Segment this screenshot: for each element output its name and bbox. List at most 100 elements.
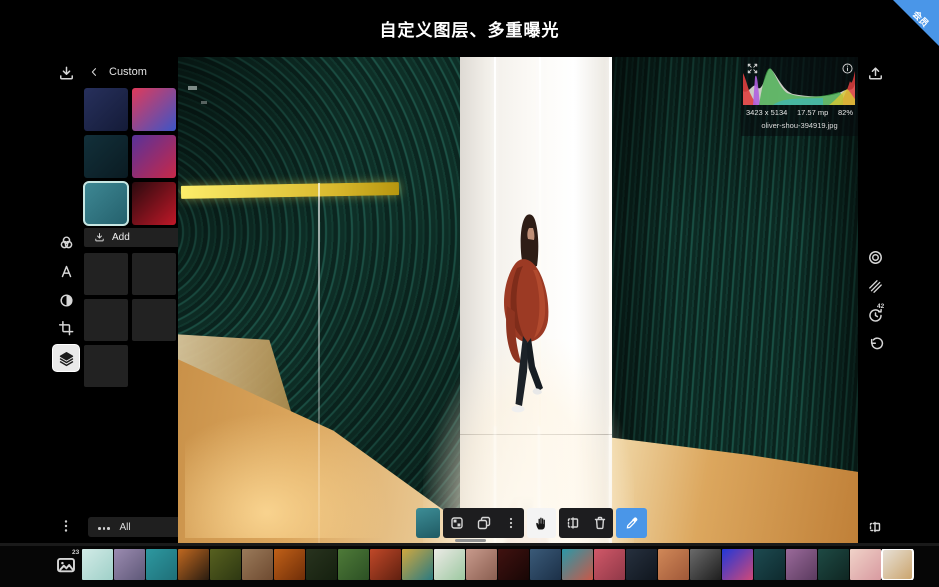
image-dimensions: 3423 x 5134 — [746, 108, 788, 117]
film-thumb-aerial-beach[interactable] — [82, 549, 113, 580]
add-layer-button[interactable]: Add — [84, 228, 184, 247]
delete-layer-button[interactable] — [586, 508, 613, 538]
add-layer-label: Add — [112, 232, 130, 243]
film-thumb-pink-sunset[interactable] — [594, 549, 625, 580]
image-info-panel: 3423 x 5134 17.57 mp 82% oliver-shou-394… — [741, 57, 858, 136]
split-view-icon — [567, 517, 578, 529]
film-thumb-palm-trees[interactable] — [114, 549, 145, 580]
layer-thumb-blue-portrait[interactable] — [132, 88, 176, 131]
layer-thumbnail-grid — [83, 88, 176, 226]
film-thumb-woman-room[interactable] — [466, 549, 497, 580]
duotone-tool-button[interactable] — [53, 287, 79, 313]
duplicate-layer-button[interactable] — [470, 508, 497, 538]
import-icon — [59, 66, 73, 79]
film-thumb-yellow-building[interactable] — [402, 549, 433, 580]
photo-library-icon[interactable] — [55, 554, 77, 576]
image-meta-row: 3423 x 5134 17.57 mp 82% — [741, 108, 858, 117]
empty-layer-slot[interactable] — [132, 253, 176, 295]
film-thumb-food-plate[interactable] — [178, 549, 209, 580]
film-thumb-white-sketch[interactable] — [434, 549, 465, 580]
history-count-badge: 42 — [877, 303, 885, 310]
radial-mask-button[interactable] — [862, 244, 888, 270]
layers-tool-button[interactable] — [53, 345, 79, 371]
sidebar-header: Custom — [88, 63, 178, 81]
duotone-icon — [59, 293, 73, 307]
layer-toolbar — [416, 508, 647, 538]
effects-icon — [60, 235, 72, 248]
blend-mode-button[interactable] — [443, 508, 470, 538]
layers-icon — [59, 351, 73, 366]
film-thumb-purple-flowers[interactable] — [786, 549, 817, 580]
film-thumb-jellyfish[interactable] — [722, 549, 753, 580]
canvas-photo[interactable]: 3423 x 5134 17.57 mp 82% oliver-shou-394… — [178, 57, 858, 543]
photo-highlight — [188, 86, 198, 91]
layer-more-button[interactable] — [497, 508, 524, 538]
sidebar-menu-button[interactable] — [53, 513, 79, 539]
eyedropper-button[interactable] — [616, 508, 647, 538]
page-title: 自定义图层、多重曝光 — [379, 21, 560, 40]
trash-icon — [594, 516, 605, 530]
film-thumb-flamingo[interactable] — [850, 549, 881, 580]
film-thumb-river-aerial[interactable] — [338, 549, 369, 580]
layer-thumb-neon-alley[interactable] — [132, 135, 176, 178]
gradient-mask-button[interactable] — [862, 273, 888, 299]
crop-icon — [58, 320, 73, 335]
effects-tool-button[interactable] — [53, 229, 79, 255]
eyedropper-icon — [626, 517, 637, 529]
film-thumb-foliage[interactable] — [210, 549, 241, 580]
layer-thumb-dark-city[interactable] — [84, 135, 128, 178]
import-button[interactable] — [53, 60, 79, 86]
text-tool-icon — [61, 265, 71, 277]
photo-floor-glow — [184, 411, 389, 539]
film-thumb-night-lake[interactable] — [818, 549, 849, 580]
radial-mask-icon — [868, 250, 882, 264]
film-thumb-red-moon[interactable] — [498, 549, 529, 580]
film-thumb-beach-walk[interactable] — [242, 549, 273, 580]
film-thumb-red-figure[interactable] — [370, 549, 401, 580]
blend-mode-icon — [450, 517, 463, 529]
layer-thumb-teal-texture[interactable] — [83, 181, 129, 226]
layer-actions-group — [443, 508, 524, 538]
sidebar-back-label[interactable]: Custom — [109, 66, 147, 78]
film-thumb-dark-teal[interactable] — [754, 549, 785, 580]
film-thumb-island-aerial[interactable] — [146, 549, 177, 580]
export-icon — [868, 66, 882, 79]
empty-layer-slot[interactable] — [84, 299, 128, 341]
film-thumb-colorful-street[interactable] — [562, 549, 593, 580]
film-thumb-dark-forest[interactable] — [306, 549, 337, 580]
canvas-scrollbar[interactable] — [455, 539, 486, 542]
undo-button[interactable] — [862, 331, 888, 357]
photo-highlight — [201, 100, 208, 104]
kebab-menu-icon — [509, 517, 512, 529]
empty-layer-slot[interactable] — [84, 345, 128, 387]
empty-layer-slot[interactable] — [84, 253, 128, 295]
film-thumb-autumn-fire[interactable] — [274, 549, 305, 580]
export-button[interactable] — [862, 60, 888, 86]
empty-layer-slot[interactable] — [132, 299, 176, 341]
crop-tool-button[interactable] — [53, 315, 79, 341]
film-thumb-dark-portrait[interactable] — [626, 549, 657, 580]
filter-all-button[interactable]: All — [88, 517, 183, 537]
gradient-mask-icon — [868, 279, 882, 293]
filmstrip: 23 — [0, 546, 939, 587]
compare-icon — [869, 521, 881, 533]
film-thumb-current-photo[interactable] — [881, 549, 914, 580]
info-icon[interactable] — [841, 62, 854, 75]
layer-thumb-tokyo-neon[interactable] — [84, 88, 128, 131]
film-thumb-orange-blur[interactable] — [658, 549, 689, 580]
view-actions-group — [559, 508, 613, 538]
text-tool-button[interactable] — [53, 258, 79, 284]
duplicate-icon — [477, 516, 490, 530]
film-thumb-bw-mountain[interactable] — [690, 549, 721, 580]
ellipsis-icon — [98, 522, 112, 533]
expand-histogram-icon[interactable] — [746, 62, 759, 75]
zoom-level: 82% — [837, 108, 853, 117]
layer-thumb-light-painting[interactable] — [132, 182, 176, 225]
split-view-button[interactable] — [559, 508, 586, 538]
compare-button[interactable] — [862, 514, 888, 540]
import-icon — [95, 233, 104, 242]
hand-tool-button[interactable] — [527, 508, 556, 538]
active-layer-thumbnail[interactable] — [416, 508, 440, 538]
film-thumb-storm-clouds[interactable] — [530, 549, 561, 580]
back-chevron-icon[interactable] — [88, 66, 100, 78]
